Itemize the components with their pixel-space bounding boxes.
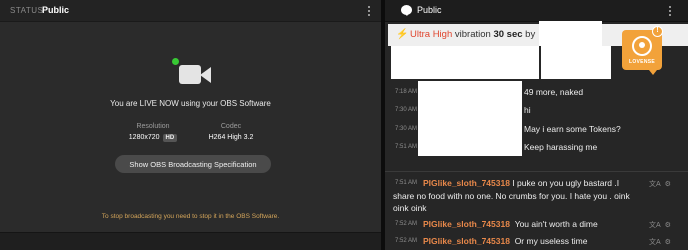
translate-icon[interactable]: 文A	[649, 222, 661, 229]
redacted-block	[539, 21, 602, 46]
status-value: Public	[42, 5, 70, 15]
broadcast-panel: STATUS Public You are LIVE NOW using you…	[0, 0, 381, 250]
resolution-label: Resolution	[136, 123, 170, 130]
redacted-block	[418, 81, 522, 156]
message-line: PIGlike_sloth_745318 Or my useless time	[423, 236, 587, 246]
tip-duration: 30 sec	[493, 29, 523, 40]
stop-broadcast-note: To stop broadcasting you need to stop it…	[101, 213, 280, 220]
resolution-value: 1280x720 HD	[118, 134, 188, 142]
message-time: 7:52 AM	[395, 221, 418, 227]
lovense-widget[interactable]: LOVENSE !	[622, 26, 663, 70]
codec-label: Codec	[220, 123, 242, 130]
message-line: PIGlike_sloth_745318 I puke on you ugly …	[423, 178, 619, 188]
chat-panel: Public ⚡ Ultra High vibration 30 sec by …	[385, 0, 688, 250]
message-time: 7:51 AM	[395, 144, 418, 150]
message-time: 7:30 AM	[395, 126, 418, 132]
chat-bubble-icon	[401, 5, 412, 16]
message-username[interactable]: PIGlike_sloth_745318	[423, 236, 510, 246]
redacted-block	[541, 46, 611, 79]
chat-menu-icon[interactable]	[666, 5, 674, 19]
mention-icon[interactable]: ⚙	[665, 181, 671, 188]
message-time: 7:18 AM	[395, 89, 418, 95]
message-text: I puke on you ugly bastard .I	[512, 178, 620, 188]
codec-value: H264 High 3.2	[208, 134, 254, 141]
chat-divider	[385, 171, 688, 172]
tip-text: Ultra High vibration 30 sec by	[410, 29, 535, 40]
message-username[interactable]: PIGlike_sloth_745318	[423, 219, 510, 229]
mention-icon[interactable]: ⚙	[665, 239, 671, 246]
chat-header: Public	[385, 0, 688, 22]
message-text: Keep harassing me	[524, 142, 598, 152]
message-time: 7:51 AM	[395, 180, 418, 186]
message-text: 49 more, naked	[524, 87, 584, 97]
status-label: STATUS	[10, 6, 44, 15]
camera-icon	[172, 58, 214, 90]
message-actions[interactable]: 文A ⚙	[649, 179, 671, 189]
broadcast-menu-icon[interactable]	[365, 5, 373, 19]
lovense-pointer-icon	[649, 70, 657, 75]
lovense-alert-icon: !	[652, 26, 663, 37]
translate-icon[interactable]: 文A	[649, 239, 661, 246]
tip-by: by	[525, 29, 536, 40]
message-text: hi	[524, 105, 531, 115]
message-line: PIGlike_sloth_745318 You ain't worth a d…	[423, 219, 598, 229]
message-time: 7:30 AM	[395, 107, 418, 113]
tip-action: vibration	[454, 29, 491, 40]
message-text: May i earn some Tokens?	[524, 124, 621, 134]
lovense-label: LOVENSE	[629, 59, 655, 65]
message-username[interactable]: PIGlike_sloth_745318	[423, 178, 510, 188]
message-text: You ain't worth a dime	[514, 219, 598, 229]
message-continuation: share no food with no one. No crumbs for…	[393, 191, 630, 201]
broadcast-footer-bar	[0, 232, 381, 250]
mention-icon[interactable]: ⚙	[665, 222, 671, 229]
message-time: 7:52 AM	[395, 238, 418, 244]
hd-badge: HD	[162, 134, 178, 142]
resolution-text: 1280x720	[128, 134, 160, 141]
lovense-logo-icon	[632, 36, 652, 56]
redacted-block	[391, 46, 539, 79]
translate-icon[interactable]: 文A	[649, 181, 661, 188]
tip-level: Ultra High	[410, 29, 453, 40]
live-indicator-dot	[172, 58, 179, 65]
broadcast-header: STATUS Public	[0, 0, 381, 22]
message-actions[interactable]: 文A ⚙	[649, 237, 671, 247]
show-obs-spec-button[interactable]: Show OBS Broadcasting Specification	[115, 155, 271, 173]
live-status-message: You are LIVE NOW using your OBS Software	[110, 99, 271, 108]
message-continuation: oink oink	[393, 203, 427, 213]
vibration-icon: ⚡	[396, 29, 409, 40]
message-actions[interactable]: 文A ⚙	[649, 220, 671, 230]
chat-title: Public	[417, 5, 442, 15]
message-text: Or my useless time	[514, 236, 588, 246]
app-root: STATUS Public You are LIVE NOW using you…	[0, 0, 688, 250]
